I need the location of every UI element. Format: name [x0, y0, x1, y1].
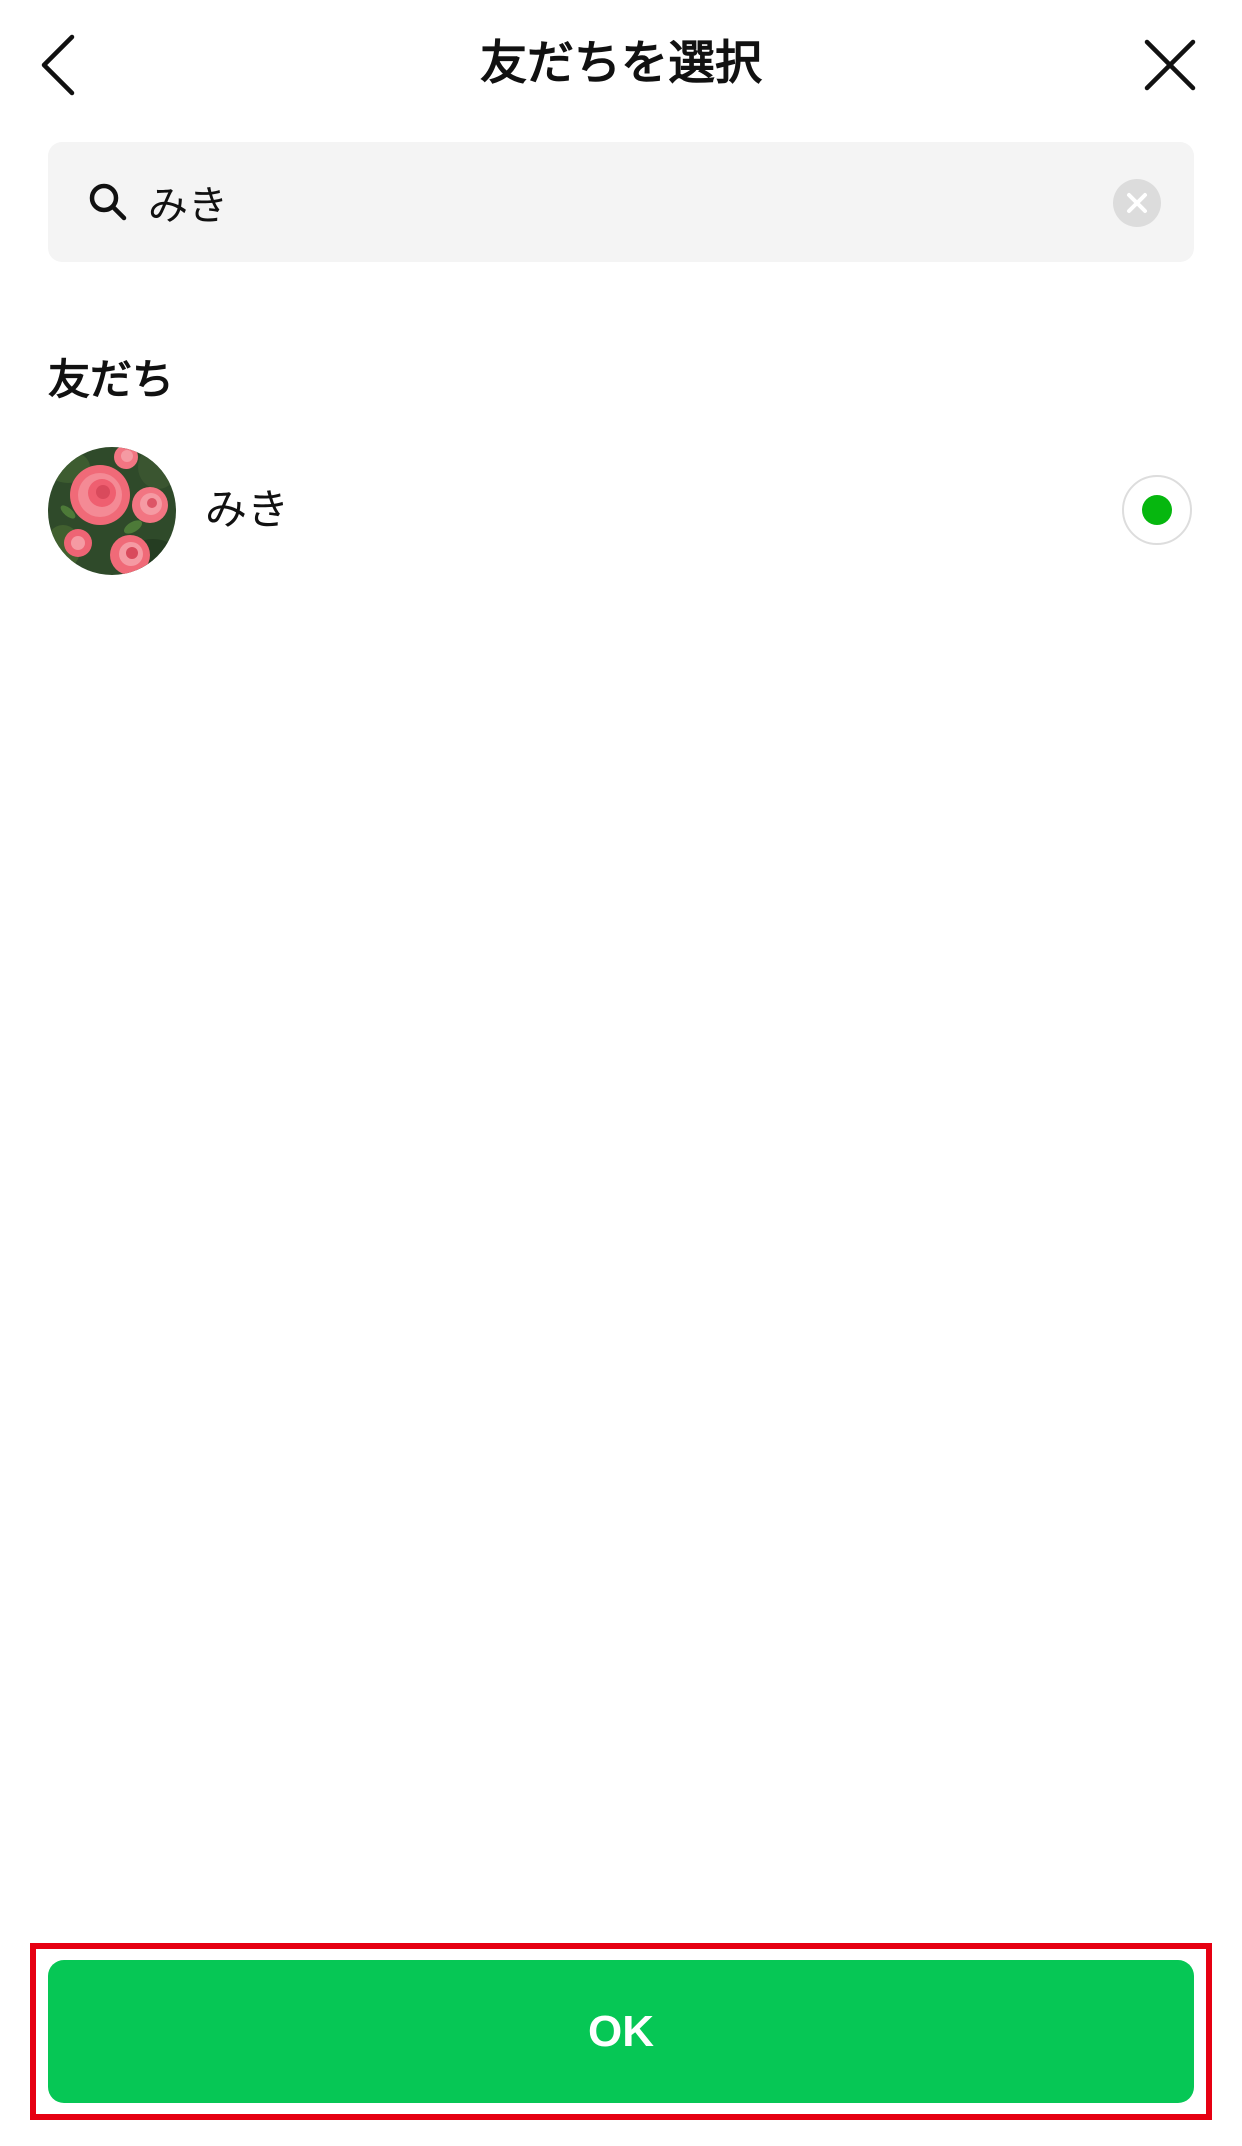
avatar — [48, 447, 176, 575]
top-bar: 友だちを選択 — [0, 0, 1242, 130]
radio-selected-dot — [1142, 495, 1172, 525]
selection-radio[interactable] — [1122, 475, 1192, 545]
close-button[interactable] — [1135, 30, 1205, 100]
ok-button[interactable]: OK — [48, 1960, 1194, 2103]
clear-icon — [1127, 193, 1147, 213]
section-header-friends: 友だち — [48, 355, 175, 404]
search-bar[interactable] — [48, 142, 1194, 262]
friend-list-item[interactable]: みき — [0, 440, 1242, 585]
search-icon — [86, 180, 130, 224]
friend-name: みき — [205, 485, 290, 534]
page-title: 友だちを選択 — [480, 36, 762, 91]
clear-search-button[interactable] — [1113, 179, 1161, 227]
search-input[interactable] — [138, 162, 1118, 242]
rose-avatar-image — [48, 447, 176, 575]
close-icon — [1144, 39, 1196, 91]
